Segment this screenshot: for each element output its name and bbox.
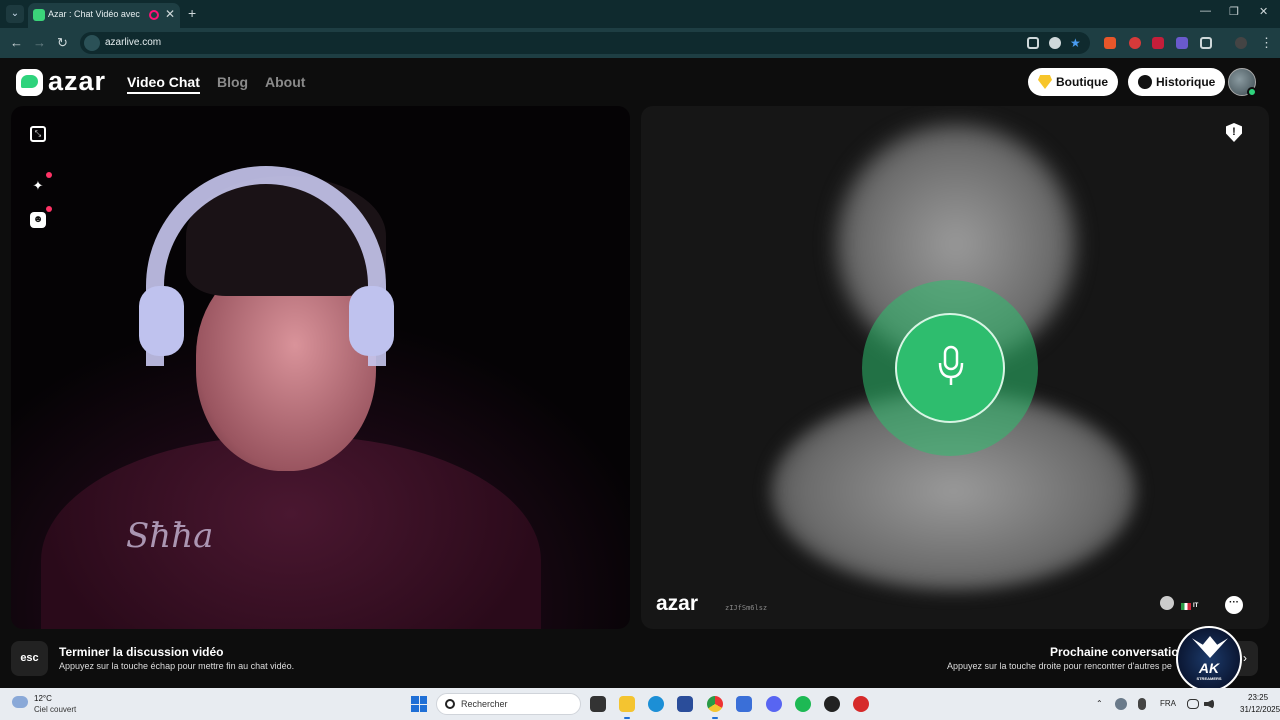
end-chat-subtitle: Appuyez sur la touche échap pour mettre … [59,661,295,671]
minimize-video-icon[interactable]: ⤡ [30,126,46,142]
overlay-brand: AK [1198,660,1220,676]
running-indicator [712,717,718,719]
country-code: IT [1193,603,1199,609]
network-icon[interactable] [1187,699,1199,709]
microphone-icon [938,345,964,385]
search-placeholder: Rechercher [461,699,508,709]
browser-tab-active[interactable]: Azar : Chat Vidéo avec de n ✕ [28,3,180,28]
effects-sparkle-icon[interactable]: ✦ [30,172,52,194]
new-tab-icon[interactable]: + [188,5,196,21]
phoenix-icon [1192,636,1228,658]
store-icon[interactable] [677,696,693,712]
input-language[interactable]: FRA [1160,699,1176,708]
extension-fox-icon[interactable] [1104,37,1116,49]
extension-red-icon[interactable] [1129,37,1141,49]
nav-blog[interactable]: Blog [217,74,248,90]
weather-temperature[interactable]: 12°C [34,694,52,703]
browser-tab-bar: ⌄ Azar : Chat Vidéo avec de n ✕ + — ❐ ✕ [0,0,1280,28]
search-icon [445,699,455,709]
app-red-icon[interactable] [853,696,869,712]
headphone-cup-right [349,286,394,356]
url-text: azarlive.com [105,37,162,48]
hoodie-print: Sħħa [126,516,214,556]
tray-mic-icon[interactable] [1138,698,1146,710]
address-toolbar: ← → ↻ azarlive.com ★ ⋮ [0,28,1280,58]
azar-logo-text[interactable]: azar [48,66,106,97]
next-chat-title: Prochaine conversation [1050,645,1187,659]
url-field[interactable]: azarlive.com [80,32,1090,54]
windows-taskbar: 12°C Ciel couvert Rechercher ⌃ FRA 23:25… [0,688,1280,720]
running-indicator [624,717,630,719]
weather-condition[interactable]: Ciel couvert [34,705,76,714]
back-icon[interactable]: ← [10,35,23,50]
gem-icon [1038,75,1052,89]
extensions-puzzle-icon[interactable] [1200,37,1212,49]
reload-icon[interactable]: ↻ [57,35,68,51]
mic-button[interactable] [895,313,1005,423]
spotify-icon[interactable] [795,696,811,712]
window-close-icon[interactable]: ✕ [1259,5,1268,18]
edge-icon[interactable] [648,696,664,712]
browser-menu-icon[interactable]: ⋮ [1260,35,1273,51]
nav-video-chat[interactable]: Video Chat [127,74,200,94]
bookmark-star-icon[interactable]: ★ [1070,37,1082,49]
tray-overflow-icon[interactable]: ⌃ [1096,699,1103,708]
chrome-icon[interactable] [707,696,723,712]
historique-label: Historique [1156,75,1216,89]
azar-favicon-icon [33,9,45,21]
streamer-overlay-logo: AK STREAMERS [1176,626,1242,692]
tab-list-dropdown-icon[interactable]: ⌄ [6,5,24,23]
historique-button[interactable]: Historique [1128,68,1226,96]
task-view-icon[interactable] [590,696,606,712]
headphone-cup-left [139,286,184,356]
obs-icon[interactable] [824,696,840,712]
weather-cloud-icon[interactable] [12,696,28,708]
recording-indicator-icon [149,10,159,20]
overlay-sub: STREAMERS [1196,676,1222,681]
tab-close-icon[interactable]: ✕ [165,7,175,21]
forward-icon[interactable]: → [33,35,46,50]
nav-about[interactable]: About [265,74,305,90]
azar-watermark: azar [656,592,699,615]
discord-icon[interactable] [766,696,782,712]
site-info-icon[interactable] [84,35,100,51]
extension-shield-icon[interactable] [1176,37,1188,49]
end-chat-title: Terminer la discussion vidéo [59,645,224,659]
restore-icon[interactable]: ❐ [1229,5,1239,18]
file-explorer-icon[interactable] [619,696,635,712]
taskbar-date[interactable]: 31/12/2025 [1240,705,1280,714]
mail-icon[interactable] [736,696,752,712]
italy-flag-icon [1181,603,1191,610]
chat-bubble-icon[interactable]: ··· [1225,596,1243,614]
hide-icon[interactable] [1049,37,1061,49]
taskbar-search[interactable]: Rechercher [436,693,581,715]
report-shield-icon[interactable]: ! [1226,123,1242,142]
face-filter-icon[interactable]: ☻ [30,206,52,228]
tab-title: Azar : Chat Vidéo avec de n [48,9,142,19]
cast-icon[interactable] [1027,37,1039,49]
online-status-icon [1247,87,1257,97]
clock-icon [1138,75,1152,89]
partner-profile-icon[interactable] [1160,596,1174,610]
tray-app-icon[interactable] [1115,698,1127,710]
taskbar-time[interactable]: 23:25 [1248,693,1268,702]
local-video: Sħħa ⤡ ✦ ☻ [11,106,630,629]
boutique-button[interactable]: Boutique [1028,68,1118,96]
extension-box-icon[interactable] [1152,37,1164,49]
user-avatar[interactable] [1228,68,1257,97]
session-id: zIJfSm6lsz [725,604,768,612]
profile-icon[interactable] [1235,37,1247,49]
windows-start-icon[interactable] [411,696,427,712]
remote-video: ! azar zIJfSm6lsz IT ··· [641,106,1269,629]
minimize-icon[interactable]: — [1200,5,1211,17]
next-chat-subtitle: Appuyez sur la touche droite pour rencon… [947,661,1172,671]
volume-icon[interactable] [1204,699,1214,709]
azar-logo-icon[interactable] [16,69,43,96]
esc-key-button[interactable]: esc [11,641,48,676]
boutique-label: Boutique [1056,75,1108,89]
